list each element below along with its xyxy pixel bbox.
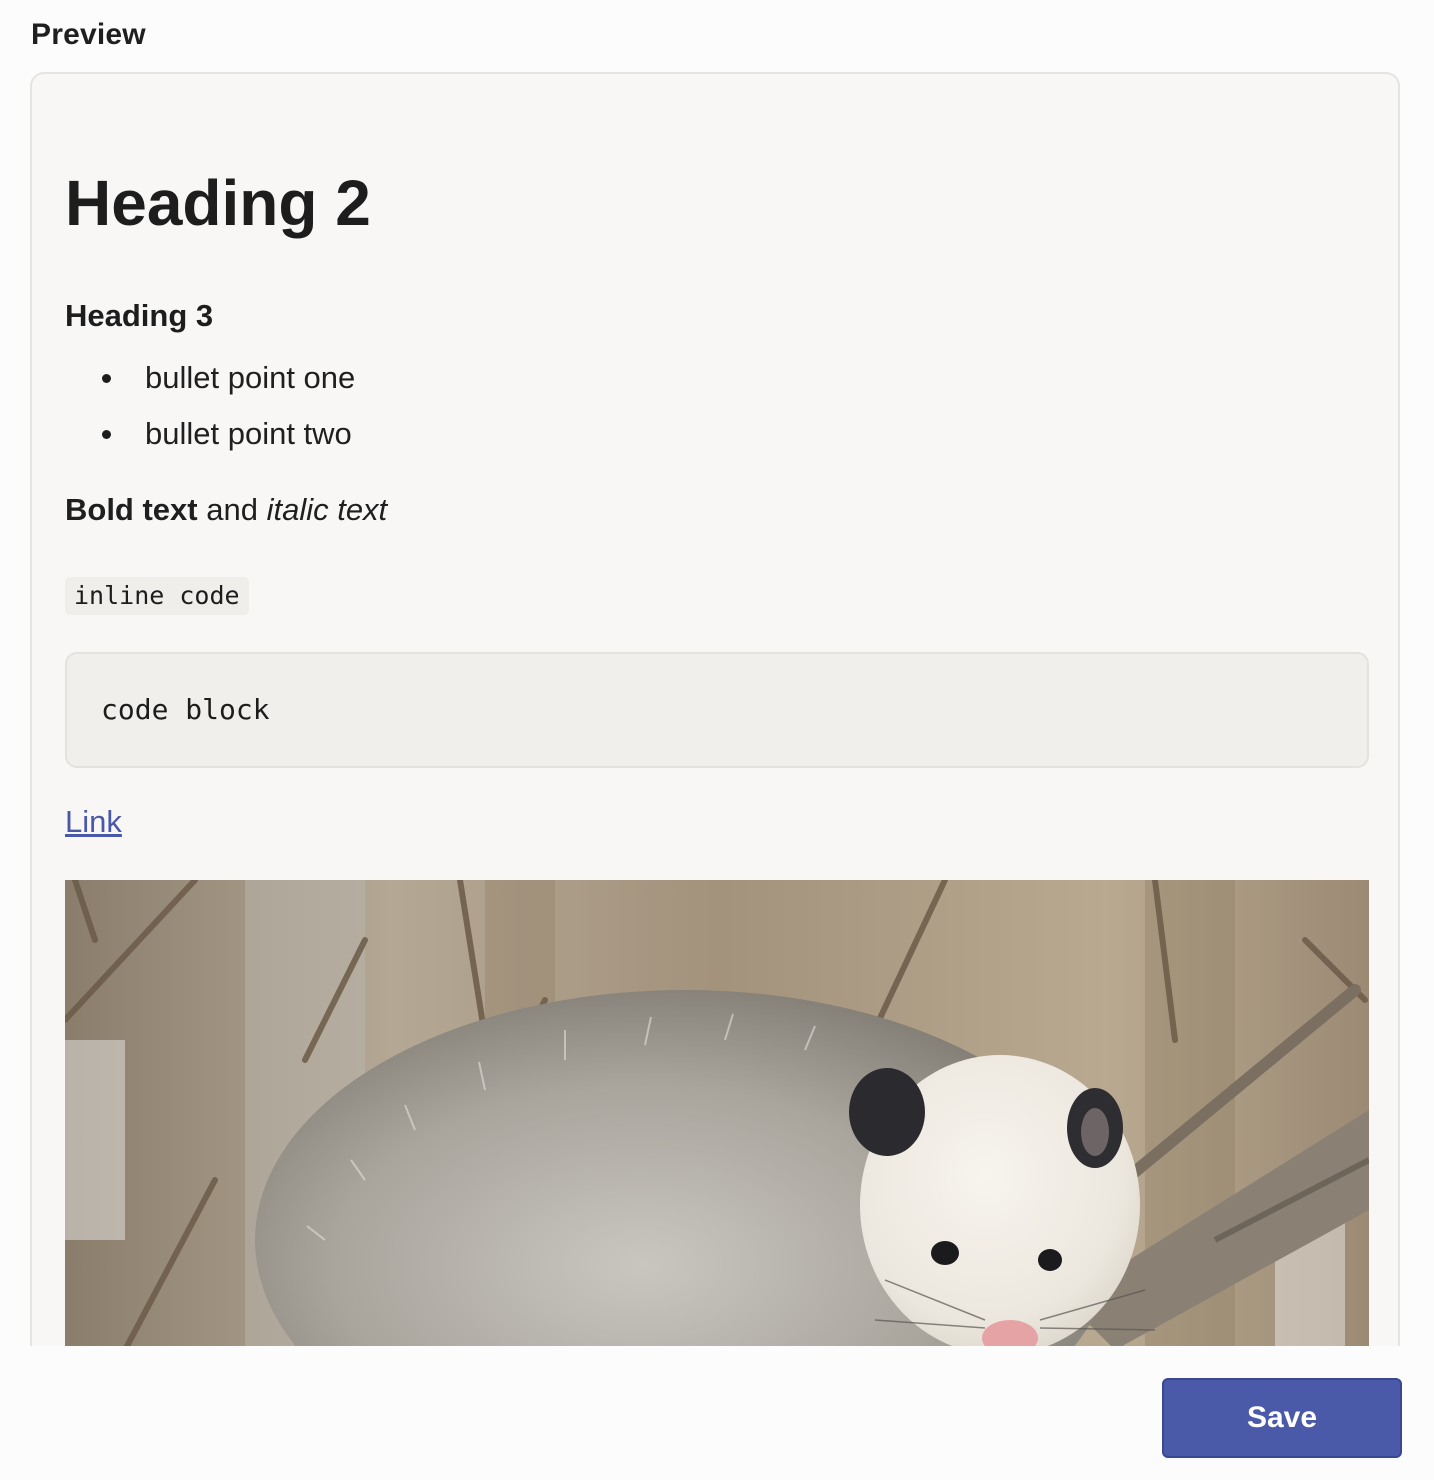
code-block: code block bbox=[65, 652, 1369, 768]
list-item-text: bullet point one bbox=[145, 360, 356, 395]
list-item: bullet point two bbox=[65, 410, 355, 466]
bullet-list: bullet point one bullet point two bbox=[65, 354, 355, 466]
save-button[interactable]: Save bbox=[1162, 1378, 1402, 1458]
heading-3: Heading 3 bbox=[65, 298, 214, 333]
link[interactable]: Link bbox=[65, 804, 122, 840]
list-item-text: bullet point two bbox=[145, 416, 352, 451]
opossum-photo bbox=[65, 880, 1369, 1346]
italic-text: italic text bbox=[266, 492, 388, 527]
formatted-paragraph: Bold text and italic text bbox=[65, 492, 387, 528]
bold-text: Bold text bbox=[65, 492, 198, 527]
preview-panel: Heading 2 Heading 3 bullet point one bul… bbox=[30, 72, 1400, 1346]
preview-label: Preview bbox=[31, 18, 146, 51]
code-block-text: code block bbox=[101, 693, 270, 726]
bullet-dot-icon bbox=[102, 374, 111, 383]
heading-2: Heading 2 bbox=[65, 167, 371, 239]
bullet-dot-icon bbox=[102, 430, 111, 439]
connector-text: and bbox=[197, 492, 267, 527]
inline-code: inline code bbox=[65, 577, 249, 615]
list-item: bullet point one bbox=[65, 354, 355, 410]
